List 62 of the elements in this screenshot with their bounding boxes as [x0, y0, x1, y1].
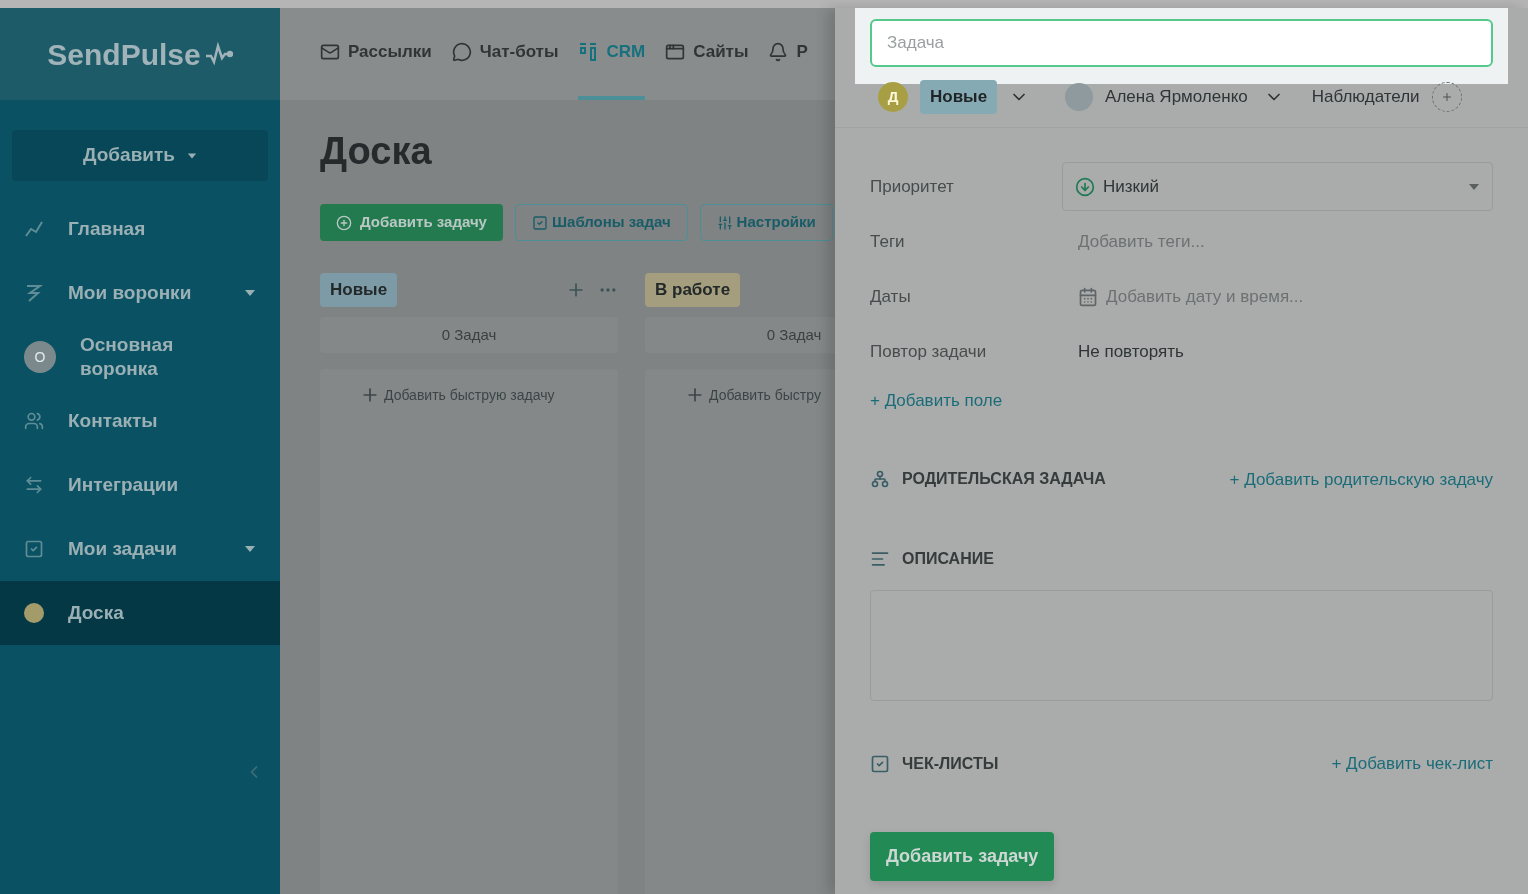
fork-icon — [870, 469, 890, 490]
caret-icon — [244, 545, 256, 553]
watchers-label: Наблюдатели — [1311, 86, 1420, 108]
caret-icon — [1468, 182, 1480, 191]
field-label: Теги — [870, 230, 906, 253]
nav-tab[interactable]: Сайты — [665, 8, 749, 100]
checkbox-icon — [531, 214, 548, 231]
page-title: Доска — [320, 132, 433, 170]
sliders-icon — [716, 214, 733, 231]
add-parent-link[interactable]: + Добавить родительскую задачу — [1229, 466, 1493, 492]
add-button[interactable]: Добавить — [12, 130, 268, 181]
calendar-icon — [1078, 286, 1098, 307]
logo: SendPulse — [47, 36, 201, 73]
user-avatar — [1065, 82, 1094, 111]
caret-icon — [187, 151, 197, 160]
text-lines-icon — [870, 549, 890, 569]
assignee-dropdown[interactable]: Алена Ярмоленко — [1105, 84, 1284, 110]
chat-icon — [451, 42, 472, 62]
lightning-icon — [24, 283, 44, 303]
window-icon — [665, 42, 686, 62]
field-label: Даты — [870, 285, 912, 308]
field-label: Повтор задачи — [870, 340, 988, 363]
section-title: РОДИТЕЛЬСКАЯ ЗАДАЧА — [902, 469, 1106, 490]
toolbar-button[interactable]: Шаблоны задач — [514, 204, 688, 241]
columns-icon — [578, 42, 599, 62]
repeat-value[interactable]: Не повторять — [1062, 338, 1200, 365]
users-icon — [24, 411, 44, 431]
add-checklist-link[interactable]: + Добавить чек-лист — [1331, 751, 1493, 777]
sidebar-item[interactable]: Доска — [0, 581, 280, 645]
column-tag: Новые — [320, 273, 398, 307]
field-label: Приоритет — [870, 175, 955, 198]
date-field[interactable]: Добавить дату и время... — [1106, 283, 1304, 310]
checkbox-icon — [24, 539, 44, 559]
task-counter: 0 Задач — [320, 317, 618, 353]
column-tag: В работе — [645, 273, 741, 307]
quick-add-button[interactable]: Добавить быстру — [685, 381, 821, 409]
arrows-icon — [24, 475, 44, 495]
avatar: О — [24, 341, 56, 373]
add-field-link[interactable]: + Добавить поле — [870, 388, 1003, 414]
section-title: ОПИСАНИЕ — [902, 549, 994, 569]
add-task-button[interactable]: Добавить задачу — [320, 204, 503, 241]
nav-tab[interactable]: Рассылки — [320, 8, 432, 100]
nav-tab[interactable]: Р — [768, 8, 808, 100]
tags-field[interactable]: Добавить теги... — [1062, 228, 1221, 255]
task-title-field[interactable]: Задача — [870, 19, 1493, 67]
arrow-down-circle-icon — [1075, 176, 1095, 197]
checkbox-icon — [870, 753, 890, 774]
caret-icon — [244, 289, 256, 297]
avatar: Д — [878, 81, 908, 112]
toolbar-button[interactable]: Настройки — [699, 204, 833, 241]
quick-add-button[interactable]: Добавить быструю задачу — [360, 381, 555, 409]
submit-button[interactable]: Добавить задачу — [870, 831, 1055, 881]
bell-icon — [768, 42, 789, 62]
envelope-icon — [320, 42, 340, 62]
plus-icon — [1440, 90, 1453, 103]
pulse-icon — [204, 42, 233, 66]
priority-select[interactable]: Низкий — [1062, 162, 1493, 211]
nav-tab[interactable]: Чат-боты — [451, 8, 559, 100]
task-counter: 0 Задач — [645, 317, 835, 353]
chart-line-icon — [24, 219, 44, 239]
plus-circle-icon — [336, 214, 352, 231]
section-title: ЧЕК-ЛИСТЫ — [902, 753, 999, 774]
